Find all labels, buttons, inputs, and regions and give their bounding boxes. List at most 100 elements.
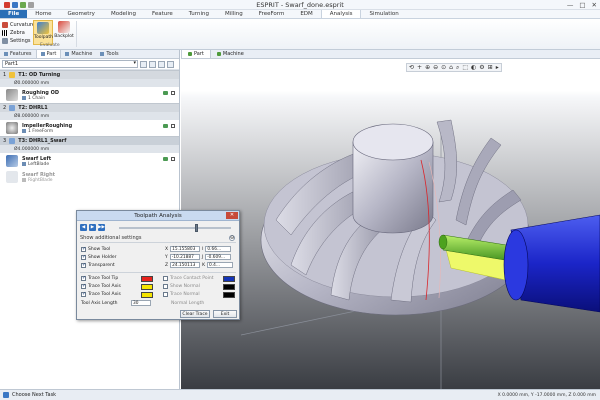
zoom-out-icon[interactable]: ⊖ — [433, 64, 438, 72]
shading-icon[interactable]: ◐ — [471, 64, 476, 72]
tab-modeling[interactable]: Modeling — [103, 10, 144, 18]
minimize-button[interactable]: — — [567, 1, 574, 9]
coord-y-field[interactable]: -10.21887 — [169, 254, 200, 260]
coord-z-field[interactable]: 24.150113 — [170, 262, 201, 268]
tool-group-header[interactable]: 2 T2: DHRL1 — [0, 103, 179, 112]
tab-file[interactable]: File — [0, 10, 28, 18]
contact-point-color-swatch[interactable] — [223, 276, 235, 282]
transparent-checkbox[interactable]: Transparent — [81, 262, 115, 268]
zebra-button[interactable]: Zebra — [2, 29, 35, 37]
tab-edm[interactable]: EDM — [292, 10, 320, 18]
trace-tool-tip-checkbox[interactable]: Trace Tool Tip — [81, 275, 118, 281]
operation-checkbox[interactable] — [171, 124, 175, 128]
tool-tip-color-swatch[interactable] — [141, 276, 153, 282]
fit-icon[interactable]: ⬚ — [462, 64, 468, 72]
trace-tool-axis-checkbox[interactable]: Trace Tool Axis — [81, 283, 121, 289]
toolpath-button[interactable]: Toolpath — [33, 20, 53, 45]
checkbox-box[interactable] — [81, 254, 86, 260]
operation-checkbox[interactable] — [171, 157, 175, 161]
close-button[interactable]: ✕ — [592, 1, 597, 9]
sort-button[interactable] — [158, 60, 165, 68]
visible-flag-icon[interactable] — [163, 91, 168, 95]
tool-axis-2-color-swatch[interactable] — [141, 292, 153, 298]
tab-analysis[interactable]: Analysis — [320, 10, 362, 18]
additional-settings-label[interactable]: Show additional settings — [80, 235, 141, 241]
operation-checkbox[interactable] — [171, 91, 175, 95]
trace-normal-color-swatch[interactable] — [223, 292, 235, 298]
zoom-in-icon[interactable]: ⊕ — [425, 64, 430, 72]
impeller-model[interactable] — [181, 50, 600, 389]
choose-next-task[interactable]: Choose Next Task — [0, 392, 56, 398]
tool-axis-color-swatch[interactable] — [141, 284, 153, 290]
visible-flag-icon[interactable] — [163, 124, 168, 128]
trace-contact-point-checkbox[interactable]: Trace Contact Point — [163, 276, 213, 281]
tool-axis-length-field[interactable]: 30 — [131, 300, 151, 306]
checkbox-box[interactable] — [81, 283, 86, 289]
home-view-icon[interactable]: ⌂ — [449, 64, 453, 72]
part-combo[interactable]: Part1 — [2, 60, 138, 68]
tab-viewport-machine[interactable]: Machine — [211, 50, 250, 58]
step-back-button[interactable]: ◀ — [80, 224, 87, 231]
more-icon[interactable]: ▸ — [496, 64, 499, 72]
checkbox-box[interactable] — [81, 262, 86, 268]
fast-forward-button[interactable]: ▶▶ — [98, 224, 105, 231]
show-holder-checkbox[interactable]: Show Holder — [81, 254, 116, 260]
trace-normal-checkbox[interactable]: Trace Normal — [163, 292, 200, 297]
tool-group-header[interactable]: 1 T1: OD Turning — [0, 70, 179, 79]
checkbox-box[interactable] — [81, 275, 86, 281]
play-button[interactable]: ▶ — [89, 224, 96, 231]
backplot-button[interactable]: Backplot — [54, 20, 74, 45]
dialog-close-button[interactable]: ✕ — [226, 212, 238, 219]
tab-tools[interactable]: Tools — [96, 50, 122, 58]
zoom-window-icon[interactable]: ⌕ — [456, 64, 459, 72]
tab-feature[interactable]: Feature — [144, 10, 181, 18]
tab-freeform[interactable]: FreeForm — [251, 10, 293, 18]
show-all-button[interactable] — [140, 60, 147, 68]
checkbox-box[interactable] — [163, 276, 168, 281]
maximize-button[interactable]: □ — [579, 1, 585, 9]
collapse-settings-button[interactable]: ⊖ — [229, 235, 235, 241]
slider-thumb[interactable] — [195, 224, 199, 232]
view-settings-icon[interactable]: ⚙ — [479, 64, 484, 72]
coord-x-field[interactable]: 15.155803 — [170, 246, 201, 252]
tab-features[interactable]: Features — [0, 50, 36, 58]
checkbox-box[interactable] — [81, 291, 86, 297]
checkbox-box[interactable] — [81, 246, 86, 252]
tab-simulation[interactable]: Simulation — [361, 10, 406, 18]
checkbox-box[interactable] — [163, 292, 168, 297]
settings-button[interactable]: Settings — [2, 37, 35, 45]
toolpath-slider[interactable] — [119, 224, 231, 232]
rotate-icon[interactable]: ⟲ — [409, 64, 414, 72]
exit-button[interactable]: Exit — [213, 310, 237, 318]
normal-color-swatch[interactable] — [223, 284, 235, 290]
tab-viewport-part[interactable]: Part — [181, 50, 211, 58]
options-button[interactable] — [167, 60, 174, 68]
show-tool-checkbox[interactable]: Show Tool — [81, 246, 110, 252]
operation-item[interactable]: Swarf Left LeftBlade — [0, 153, 179, 169]
tab-geometry[interactable]: Geometry — [60, 10, 103, 18]
filter-button[interactable] — [149, 60, 156, 68]
pan-icon[interactable]: + — [417, 64, 422, 72]
visible-flag-icon[interactable] — [163, 157, 168, 161]
layout-icon[interactable]: ⊞ — [488, 64, 493, 72]
tab-machine[interactable]: Machine — [61, 50, 96, 58]
tab-milling[interactable]: Milling — [217, 10, 251, 18]
tab-turning[interactable]: Turning — [181, 10, 217, 18]
show-normal-checkbox[interactable]: Show Normal — [163, 284, 200, 289]
operation-item[interactable]: Roughing OD 1 Chain — [0, 87, 179, 103]
graphics-viewport[interactable]: Part Machine ⟲ + ⊕ ⊖ ⊙ ⌂ ⌕ ⬚ ◐ ⚙ ⊞ ▸ — [181, 50, 600, 389]
coord-i-field[interactable]: 0.66... — [205, 246, 232, 252]
coord-j-field[interactable]: -0.609... — [205, 254, 232, 260]
clear-trace-button[interactable]: Clear Trace — [180, 310, 210, 318]
zoom-center-icon[interactable]: ⊙ — [441, 64, 446, 72]
operation-item[interactable]: Swarf Right RightBlade — [0, 169, 179, 185]
coord-k-field[interactable]: 0.4... — [207, 262, 234, 268]
operation-item[interactable]: ImpellerRoughing 1 FreeForm — [0, 120, 179, 136]
dialog-title-bar[interactable]: Toolpath Analysis ✕ — [77, 211, 239, 221]
tab-home[interactable]: Home — [27, 10, 59, 18]
curvature-button[interactable]: Curvature — [2, 21, 35, 29]
tab-part[interactable]: Part — [35, 50, 62, 58]
checkbox-box[interactable] — [163, 284, 168, 289]
tool-group-header[interactable]: 3 T3: DHRL1_Swarf — [0, 136, 179, 145]
trace-tool-axis-2-checkbox[interactable]: Trace Tool Axis — [81, 291, 121, 297]
